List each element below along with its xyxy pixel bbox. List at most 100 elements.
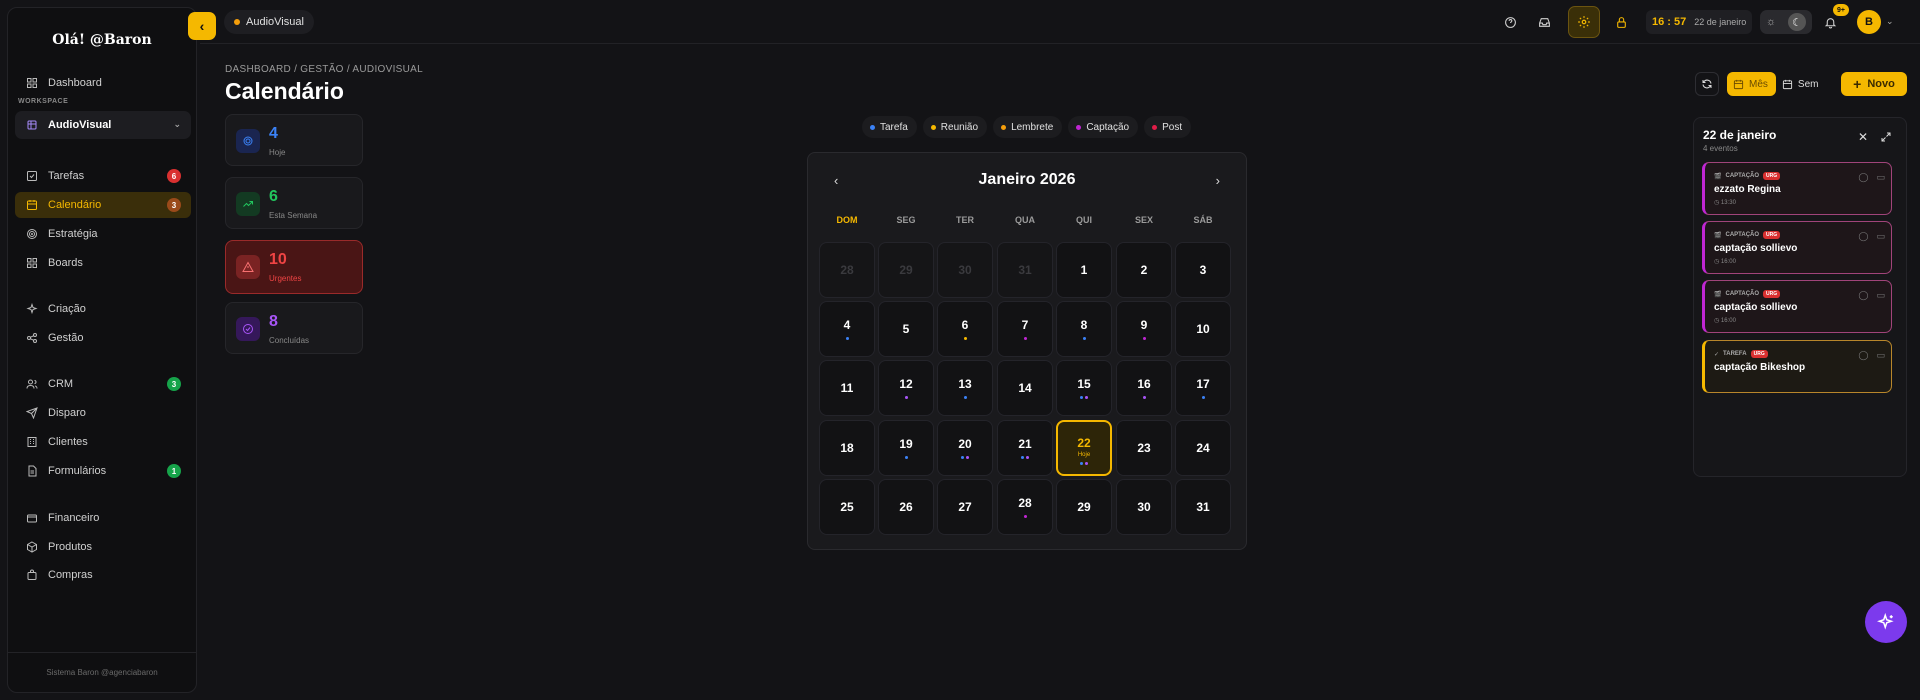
calendar-day[interactable]: 3: [1175, 242, 1231, 298]
complete-icon[interactable]: ◯: [1858, 172, 1868, 183]
workspace-select[interactable]: AudioVisual ⌄: [15, 111, 191, 139]
legend-item[interactable]: Post: [1144, 116, 1192, 138]
calendar-day[interactable]: 26: [878, 479, 934, 535]
stat-card-urgentes[interactable]: 10 Urgentes: [225, 240, 363, 294]
legend-dot: [1001, 124, 1007, 130]
calendar-day[interactable]: 20: [937, 420, 993, 476]
help-icon[interactable]: [1500, 12, 1520, 32]
calendar-day[interactable]: 30: [937, 242, 993, 298]
lock-icon[interactable]: [1611, 12, 1631, 32]
calendar-day[interactable]: 11: [819, 360, 875, 416]
event-card[interactable]: 🎬 CAPTAÇÃO URG captação sollievo ◷ 16:00 ◯ ▭: [1702, 280, 1892, 333]
sidebar-item-compras[interactable]: Compras: [15, 562, 191, 588]
sidebar-item-label: Gestão: [48, 332, 84, 344]
sidebar-item-disparo[interactable]: Disparo: [15, 400, 191, 426]
sidebar-item-crm[interactable]: CRM 3: [15, 371, 191, 397]
complete-icon[interactable]: ◯: [1858, 350, 1868, 361]
calendar-icon[interactable]: ▭: [1876, 172, 1885, 183]
sidebar-item-calendario[interactable]: Calendário 3: [15, 192, 191, 218]
avatar[interactable]: B: [1857, 10, 1881, 34]
calendar-icon[interactable]: ▭: [1876, 350, 1885, 361]
sidebar-item-tarefas[interactable]: Tarefas 6: [15, 163, 191, 189]
calendar-day[interactable]: 6: [937, 301, 993, 357]
calendar-day[interactable]: 4: [819, 301, 875, 357]
settings-button[interactable]: [1568, 6, 1600, 38]
day-number: 6: [961, 318, 969, 332]
inbox-icon[interactable]: [1534, 12, 1554, 32]
calendar-day[interactable]: 18: [819, 420, 875, 476]
calendar-day[interactable]: 5: [878, 301, 934, 357]
calendar-day[interactable]: 8: [1056, 301, 1112, 357]
sidebar-item-produtos[interactable]: Produtos: [15, 534, 191, 560]
calendar-day[interactable]: 31: [997, 242, 1053, 298]
calendar-day[interactable]: 10: [1175, 301, 1231, 357]
calendar-day[interactable]: 27: [937, 479, 993, 535]
next-month-button[interactable]: ›: [1216, 173, 1220, 188]
stat-card-semana[interactable]: 6 Esta Semana: [225, 177, 363, 229]
sidebar-item-clientes[interactable]: Clientes: [15, 429, 191, 455]
legend-dot: [1076, 124, 1082, 130]
chevron-down-icon[interactable]: ⌄: [1886, 16, 1894, 27]
sun-icon[interactable]: ☼: [1766, 16, 1776, 28]
calendar-day[interactable]: 28: [997, 479, 1053, 535]
event-dot: [963, 337, 967, 340]
view-month-button[interactable]: Mês: [1727, 72, 1776, 96]
sidebar-item-estrategia[interactable]: Estratégia: [15, 221, 191, 247]
sidebar-item-formularios[interactable]: Formulários 1: [15, 458, 191, 484]
calendar-day[interactable]: 14: [997, 360, 1053, 416]
calendar-day[interactable]: 16: [1116, 360, 1172, 416]
calendar-day[interactable]: 21: [997, 420, 1053, 476]
calendar-icon[interactable]: ▭: [1876, 231, 1885, 242]
calendar-day[interactable]: 29: [1056, 479, 1112, 535]
calendar-day[interactable]: 23: [1116, 420, 1172, 476]
event-card[interactable]: 🎬 CAPTAÇÃO URG captação sollievo ◷ 16:00 ◯ ▭: [1702, 221, 1892, 274]
calendar-day[interactable]: 2: [1116, 242, 1172, 298]
event-card[interactable]: 🎬 CAPTAÇÃO URG ezzato Regina ◷ 13:30 ◯ ▭: [1702, 162, 1892, 215]
calendar-day[interactable]: 9: [1116, 301, 1172, 357]
calendar-icon[interactable]: ▭: [1876, 290, 1885, 301]
calendar-day-today[interactable]: 22 Hoje: [1056, 420, 1112, 476]
calendar-day[interactable]: 29: [878, 242, 934, 298]
ai-assistant-button[interactable]: [1865, 601, 1907, 643]
expand-icon[interactable]: [1880, 130, 1894, 144]
sidebar-item-financeiro[interactable]: Financeiro: [15, 505, 191, 531]
calendar-day[interactable]: 7: [997, 301, 1053, 357]
close-icon[interactable]: ✕: [1858, 130, 1868, 144]
event-dot: [1082, 337, 1086, 340]
chevron-down-icon: ⌄: [173, 119, 181, 129]
calendar-day[interactable]: 1: [1056, 242, 1112, 298]
legend-item[interactable]: Lembrete: [993, 116, 1063, 138]
calendar-day[interactable]: 28: [819, 242, 875, 298]
event-card[interactable]: ✓ TAREFA URG captação Bikeshop ◯ ▭: [1702, 340, 1892, 393]
calendar-day[interactable]: 13: [937, 360, 993, 416]
workspace-chip[interactable]: AudioVisual: [224, 10, 314, 34]
new-label: Novo: [1867, 78, 1895, 90]
stat-card-hoje[interactable]: 4 Hoje: [225, 114, 363, 166]
complete-icon[interactable]: ◯: [1858, 290, 1868, 301]
sidebar-item-criacao[interactable]: Criação: [15, 296, 191, 322]
calendar-day[interactable]: 12: [878, 360, 934, 416]
legend-item[interactable]: Captação: [1068, 116, 1139, 138]
view-week-button[interactable]: Sem: [1776, 72, 1827, 96]
calendar-day[interactable]: 30: [1116, 479, 1172, 535]
sparkles-icon: [25, 302, 39, 316]
calendar-day[interactable]: 25: [819, 479, 875, 535]
calendar-day[interactable]: 31: [1175, 479, 1231, 535]
calendar-day[interactable]: 24: [1175, 420, 1231, 476]
sidebar-item-boards[interactable]: Boards: [15, 250, 191, 276]
calendar-day[interactable]: 15: [1056, 360, 1112, 416]
sidebar-item-gestao[interactable]: Gestão: [15, 325, 191, 351]
notification-badge: 9+: [1833, 4, 1849, 16]
new-button[interactable]: + Novo: [1841, 72, 1907, 96]
legend-item[interactable]: Reunião: [922, 116, 988, 138]
event-dots: [1058, 462, 1110, 465]
theme-toggle[interactable]: ☼ ☾: [1760, 10, 1812, 34]
refresh-button[interactable]: [1695, 72, 1719, 96]
stat-card-concluidas[interactable]: 8 Concluídas: [225, 302, 363, 354]
calendar-day[interactable]: 17: [1175, 360, 1231, 416]
legend-item[interactable]: Tarefa: [862, 116, 917, 138]
sidebar-item-dashboard[interactable]: Dashboard: [15, 70, 191, 96]
complete-icon[interactable]: ◯: [1858, 231, 1868, 242]
moon-icon[interactable]: ☾: [1788, 13, 1807, 31]
calendar-day[interactable]: 19: [878, 420, 934, 476]
